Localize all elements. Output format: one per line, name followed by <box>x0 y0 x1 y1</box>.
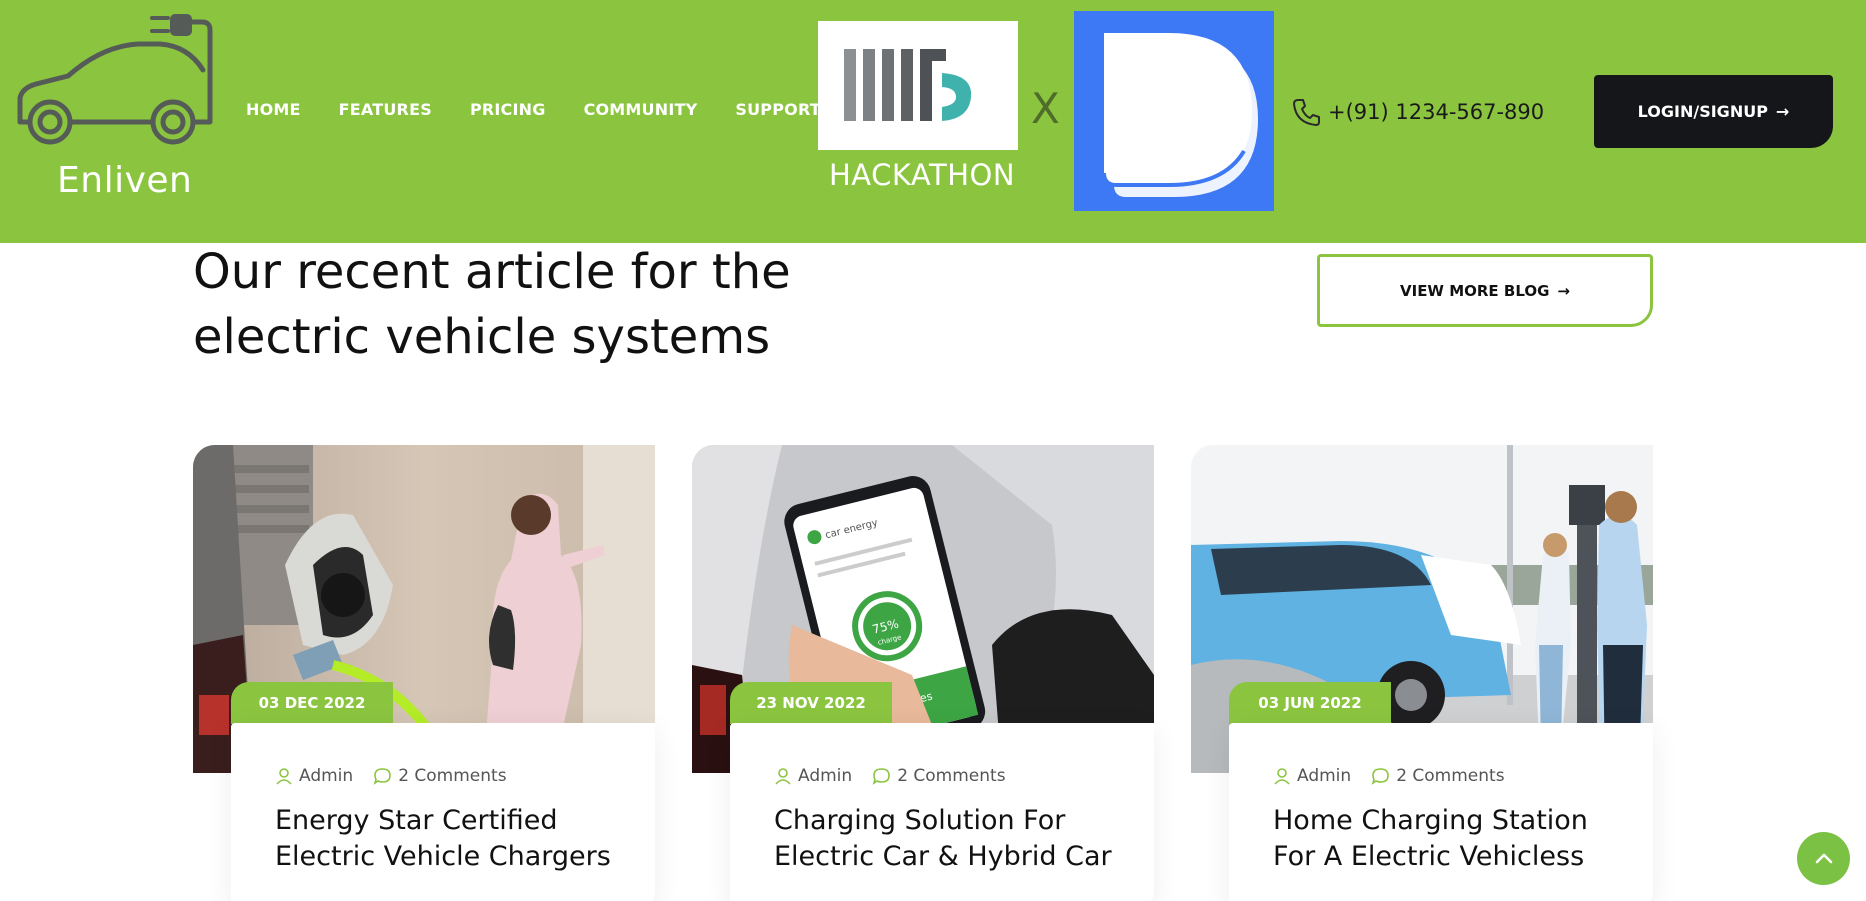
card-body: Admin 2 Comments Charging Solution For E… <box>730 723 1154 901</box>
nav-home[interactable]: HOME <box>246 100 301 119</box>
main-nav: HOME FEATURES PRICING COMMUNITY SUPPORT <box>246 100 859 119</box>
collab-cross: X <box>1031 84 1060 133</box>
nav-features[interactable]: FEATURES <box>339 100 432 119</box>
card-author[interactable]: Admin <box>299 766 353 786</box>
card-meta: Admin 2 Comments <box>1273 766 1505 786</box>
arrow-right-icon: → <box>1775 102 1790 121</box>
electric-car-plug-icon <box>17 14 213 145</box>
partner-logo <box>1074 11 1274 211</box>
user-icon <box>1274 768 1290 785</box>
comment-icon <box>872 768 890 785</box>
hackathon-label: HACKATHON <box>829 158 1016 192</box>
card-title[interactable]: Charging Solution For Electric Car & Hyb… <box>774 803 1134 875</box>
card-author[interactable]: Admin <box>798 766 852 786</box>
arrow-right-icon: → <box>1557 281 1570 300</box>
date-badge: 23 NOV 2022 <box>730 682 892 724</box>
hackathon-logo <box>818 21 1018 150</box>
chevron-up-icon <box>1815 853 1832 863</box>
nav-support[interactable]: SUPPORT <box>735 100 821 119</box>
card-comments[interactable]: 2 Comments <box>897 766 1005 786</box>
card-comments[interactable]: 2 Comments <box>1396 766 1504 786</box>
comment-icon <box>373 768 391 785</box>
blog-card[interactable]: 03 DEC 2022 Admin 2 Comments Energy Star… <box>193 445 655 901</box>
card-body: Admin 2 Comments Energy Star Certified E… <box>231 723 655 901</box>
logo[interactable]: Enliven <box>10 10 220 201</box>
card-meta: Admin 2 Comments <box>275 766 507 786</box>
phone-contact[interactable]: +(91) 1234-567-890 <box>1290 96 1544 128</box>
card-title[interactable]: Energy Star Certified Electric Vehicle C… <box>275 803 635 875</box>
card-body: Admin 2 Comments Home Charging Station F… <box>1229 723 1653 901</box>
view-more-label: VIEW MORE BLOG <box>1400 281 1550 300</box>
user-icon <box>276 768 292 785</box>
phone-number: +(91) 1234-567-890 <box>1328 100 1545 124</box>
nav-pricing[interactable]: PRICING <box>470 100 546 119</box>
date-badge: 03 DEC 2022 <box>231 682 393 724</box>
scroll-to-top-button[interactable] <box>1797 832 1850 885</box>
blog-card[interactable]: 03 JUN 2022 Admin 2 Comments Home Chargi… <box>1191 445 1653 901</box>
card-comments[interactable]: 2 Comments <box>398 766 506 786</box>
section-title: Our recent article for the electric vehi… <box>193 244 791 365</box>
comment-icon <box>1371 768 1389 785</box>
card-title[interactable]: Home Charging Station For A Electric Veh… <box>1273 803 1633 875</box>
phone-icon <box>1293 99 1320 126</box>
brand-name: Enliven <box>57 160 193 201</box>
site-header: Enliven HOME FEATURES PRICING COMMUNITY … <box>0 0 1866 243</box>
login-label: LOGIN/SIGNUP <box>1637 102 1768 121</box>
blog-card[interactable]: car energy 75% charge 160 miles 23 NOV 2… <box>692 445 1154 901</box>
card-author[interactable]: Admin <box>1297 766 1351 786</box>
user-icon <box>775 768 791 785</box>
login-signup-button[interactable]: LOGIN/SIGNUP → <box>1594 75 1833 148</box>
date-badge: 03 JUN 2022 <box>1229 682 1391 724</box>
card-meta: Admin 2 Comments <box>774 766 1006 786</box>
view-more-blog-button[interactable]: VIEW MORE BLOG → <box>1317 254 1653 327</box>
nav-community[interactable]: COMMUNITY <box>584 100 698 119</box>
